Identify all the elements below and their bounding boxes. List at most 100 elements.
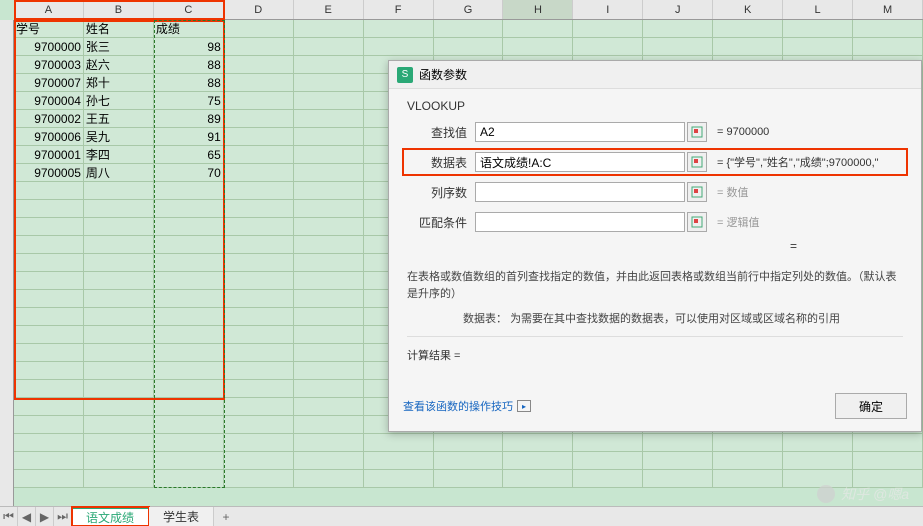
cell[interactable] xyxy=(154,398,224,416)
column-header-D[interactable]: D xyxy=(224,0,294,19)
cell[interactable] xyxy=(713,38,783,56)
cell[interactable] xyxy=(154,272,224,290)
cell[interactable] xyxy=(224,56,294,74)
cell[interactable] xyxy=(294,452,364,470)
cell[interactable] xyxy=(14,182,84,200)
cell[interactable]: 9700001 xyxy=(14,146,84,164)
cell[interactable] xyxy=(224,326,294,344)
cell[interactable] xyxy=(294,272,364,290)
help-link[interactable]: 查看该函数的操作技巧 ▸ xyxy=(403,398,531,414)
cell[interactable]: 9700004 xyxy=(14,92,84,110)
cell[interactable] xyxy=(713,434,783,452)
cell[interactable] xyxy=(224,308,294,326)
cell[interactable] xyxy=(224,272,294,290)
column-header-E[interactable]: E xyxy=(294,0,364,19)
column-header-K[interactable]: K xyxy=(713,0,783,19)
cell[interactable] xyxy=(154,254,224,272)
cell[interactable]: 张三 xyxy=(84,38,154,56)
tab-nav-next[interactable]: ▶ xyxy=(36,507,54,526)
cell[interactable] xyxy=(224,434,294,452)
cell[interactable] xyxy=(14,236,84,254)
cell[interactable] xyxy=(294,236,364,254)
cell[interactable] xyxy=(224,452,294,470)
cell[interactable] xyxy=(224,380,294,398)
column-header-H[interactable]: H xyxy=(503,0,573,19)
cell[interactable] xyxy=(713,20,783,38)
cell[interactable] xyxy=(84,254,154,272)
cell[interactable] xyxy=(14,416,84,434)
cell[interactable] xyxy=(294,344,364,362)
cell[interactable] xyxy=(224,182,294,200)
cell[interactable]: 9700003 xyxy=(14,56,84,74)
cell[interactable] xyxy=(14,218,84,236)
cell[interactable] xyxy=(294,92,364,110)
cell[interactable]: 9700007 xyxy=(14,74,84,92)
cell[interactable] xyxy=(224,74,294,92)
ok-button[interactable]: 确定 xyxy=(835,393,907,419)
range-select-button[interactable] xyxy=(687,212,707,232)
cell[interactable] xyxy=(853,38,923,56)
cell[interactable]: 70 xyxy=(154,164,224,182)
cell[interactable] xyxy=(294,290,364,308)
cell[interactable] xyxy=(154,200,224,218)
column-header-J[interactable]: J xyxy=(643,0,713,19)
cell[interactable] xyxy=(573,38,643,56)
cell[interactable] xyxy=(224,200,294,218)
cell[interactable]: 88 xyxy=(154,56,224,74)
tab-nav-last[interactable]: ⏭ xyxy=(54,507,72,526)
dialog-titlebar[interactable]: S 函数参数 xyxy=(389,61,921,89)
cell[interactable] xyxy=(294,146,364,164)
cell[interactable] xyxy=(14,308,84,326)
cell[interactable] xyxy=(14,398,84,416)
cell[interactable] xyxy=(84,182,154,200)
cell[interactable] xyxy=(154,290,224,308)
cell[interactable] xyxy=(294,416,364,434)
cell[interactable] xyxy=(224,470,294,488)
cell[interactable] xyxy=(783,38,853,56)
cell[interactable] xyxy=(154,182,224,200)
cell[interactable] xyxy=(783,452,853,470)
cell[interactable] xyxy=(434,452,504,470)
cell[interactable] xyxy=(84,470,154,488)
column-header-L[interactable]: L xyxy=(783,0,853,19)
range-select-button[interactable] xyxy=(687,122,707,142)
range-select-button[interactable] xyxy=(687,152,707,172)
cell[interactable] xyxy=(84,380,154,398)
cell[interactable] xyxy=(154,326,224,344)
cell[interactable] xyxy=(14,254,84,272)
sheet-tab-active[interactable]: 语文成绩 xyxy=(72,507,149,526)
tab-nav-prev[interactable]: ◀ xyxy=(18,507,36,526)
table-array-input[interactable] xyxy=(475,152,685,172)
cell[interactable] xyxy=(14,290,84,308)
cell[interactable] xyxy=(154,434,224,452)
cell[interactable] xyxy=(294,398,364,416)
cell[interactable] xyxy=(364,20,434,38)
cell[interactable] xyxy=(503,20,573,38)
cell[interactable] xyxy=(294,470,364,488)
cell[interactable] xyxy=(84,398,154,416)
cell[interactable] xyxy=(224,344,294,362)
cell[interactable]: 成绩 xyxy=(154,20,224,38)
cell[interactable] xyxy=(14,470,84,488)
cell[interactable] xyxy=(224,254,294,272)
cell[interactable] xyxy=(224,20,294,38)
range-select-button[interactable] xyxy=(687,182,707,202)
cell[interactable] xyxy=(14,380,84,398)
cell[interactable]: 9700005 xyxy=(14,164,84,182)
cell[interactable] xyxy=(84,272,154,290)
cell[interactable] xyxy=(84,308,154,326)
cell[interactable] xyxy=(84,344,154,362)
cell[interactable] xyxy=(294,218,364,236)
cell[interactable] xyxy=(154,344,224,362)
cell[interactable] xyxy=(783,434,853,452)
cell[interactable] xyxy=(853,434,923,452)
cell[interactable]: 姓名 xyxy=(84,20,154,38)
cell[interactable] xyxy=(294,20,364,38)
cell[interactable] xyxy=(643,434,713,452)
cell[interactable] xyxy=(14,272,84,290)
cell[interactable] xyxy=(84,416,154,434)
cell[interactable] xyxy=(294,74,364,92)
column-header-A[interactable]: A xyxy=(14,0,84,19)
cell[interactable] xyxy=(154,380,224,398)
col-index-input[interactable] xyxy=(475,182,685,202)
